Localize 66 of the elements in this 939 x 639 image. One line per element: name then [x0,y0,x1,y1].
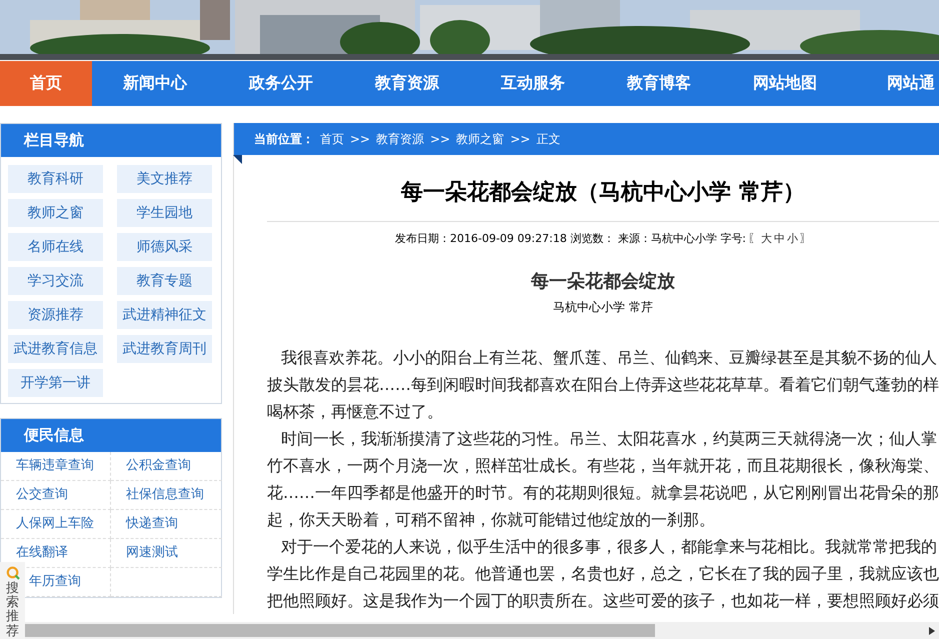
breadcrumb-link[interactable]: 首页 [320,130,344,148]
arrow-right-icon[interactable] [929,626,935,634]
service-link[interactable]: 车辆违章查询 [16,458,94,473]
category-link[interactable]: 武进教育信息 [8,335,103,363]
bracket: 〗 [800,231,812,246]
breadcrumb-separator: >> [510,132,530,146]
article-author: 马杭中心小学 常芹 [552,299,654,316]
category-link[interactable]: 开学第一讲 [8,369,103,397]
category-link[interactable]: 教师之窗 [8,199,103,227]
text-line: 学生比作是自己花园里的花。他普通也罢，名贵也好，总之，它长在了我的园子里，我就应该也 [267,564,939,583]
category-link[interactable]: 学生园地 [117,199,212,227]
search-widget-label: 搜索推荐 [6,582,19,639]
article-title: 每一朵花都会绽放（马杭中心小学 常芹） [267,155,939,222]
font-size-link[interactable]: 小 [787,231,798,246]
service-link[interactable]: 社保信息查询 [126,487,204,502]
service-link[interactable]: 快递查询 [126,516,178,531]
text-line: 我很喜欢养花。小小的阳台上有兰花、蟹爪莲、吊兰、仙鹤来、豆瓣绿甚至是其貌不扬的仙人 [281,348,937,367]
breadcrumb-separator: >> [350,132,370,146]
search-icon [4,566,20,580]
scrollbar-thumb[interactable] [25,624,655,637]
service-link[interactable]: 公积金查询 [126,458,191,473]
text-line: 起，你天天盼着，可稍不留神，你就可能错过他绽放的一刹那。 [267,510,715,529]
category-link[interactable]: 资源推荐 [8,301,103,329]
breadcrumb-link[interactable]: 正文 [536,130,560,148]
article-heading: 每一朵花都会绽放 [530,270,676,293]
category-link[interactable]: 美文推荐 [117,165,212,193]
service-link[interactable]: 人保网上车险 [16,516,94,531]
nav-tab[interactable]: 教育博客 [596,61,722,106]
category-link[interactable]: 师德风采 [117,233,212,261]
service-link[interactable]: 网速测试 [126,545,178,560]
text-line: 竹不喜水，一两个月浇一次，照样茁壮成长。有些花，当年就开花，而且花期很长，像秋海棠、 [267,456,939,475]
category-link[interactable]: 武进教育周刊 [117,335,212,363]
text-line: 喝杯茶，再惬意不过了。 [267,402,443,421]
section-header: 便民信息 [1,419,221,452]
font-size-link[interactable]: 中 [774,231,786,246]
nav-tab[interactable]: 网站地图 [722,61,848,106]
nav-tab[interactable]: 政务公开 [218,61,344,106]
text-line: 把他照顾好。这是我作为一个园丁的职责所在。这些可爱的孩子，也如花一样，要想照顾好必须 [267,591,939,610]
search-widget[interactable]: 搜索推荐 [0,562,25,639]
text-line: 花……一年四季都是他盛开的时节。有的花期则很短。就拿昙花说吧，从它刚刚冒出花骨朵的那 [267,483,939,502]
breadcrumb-label: 当前位置： [254,130,314,148]
section-header: 栏目导航 [1,124,221,157]
category-link[interactable]: 武进精神征文 [117,301,212,329]
nav-tab[interactable]: 网站通 [848,61,939,106]
bracket: 〖 [748,231,760,246]
breadcrumb-link[interactable]: 教育资源 [376,130,424,148]
category-link[interactable]: 教育专题 [117,267,212,295]
fold-icon [233,155,242,164]
service-link[interactable]: 公交查询 [16,487,68,502]
text-line: 披头散发的昙花……每到闲暇时间我都喜欢在阳台上侍弄这些花花草草。看着它们朝气蓬勃的样 [267,375,939,394]
breadcrumb-separator: >> [430,132,450,146]
breadcrumb-link[interactable]: 教师之窗 [456,130,504,148]
service-link[interactable]: 在线翻译 [16,545,68,560]
article-meta: 发布日期：2016-09-09 09:27:18 浏览数： 来源：马杭中心小学 字号: [394,231,746,246]
nav-tab[interactable]: 首页 [0,61,92,106]
nav-tab[interactable]: 教育资源 [344,61,470,106]
nav-tab[interactable]: 互动服务 [470,61,596,106]
category-link[interactable]: 学习交流 [8,267,103,295]
scrollbar[interactable] [25,622,939,639]
text-line: 时间一长，我渐渐摸清了这些花的习性。吊兰、太阳花喜水，约莫两三天就得浇一次；仙人掌 [281,429,937,448]
category-link[interactable]: 教育科研 [8,165,103,193]
text-line: 对于一个爱花的人来说，似乎生活中的很多事，很多人，都能拿来与花相比。我就常常把我的 [281,537,937,556]
nav-tab[interactable]: 新闻中心 [92,61,218,106]
category-link[interactable]: 名师在线 [8,233,103,261]
font-size-link[interactable]: 大 [761,231,772,246]
service-link[interactable]: 年历查询 [29,574,81,589]
